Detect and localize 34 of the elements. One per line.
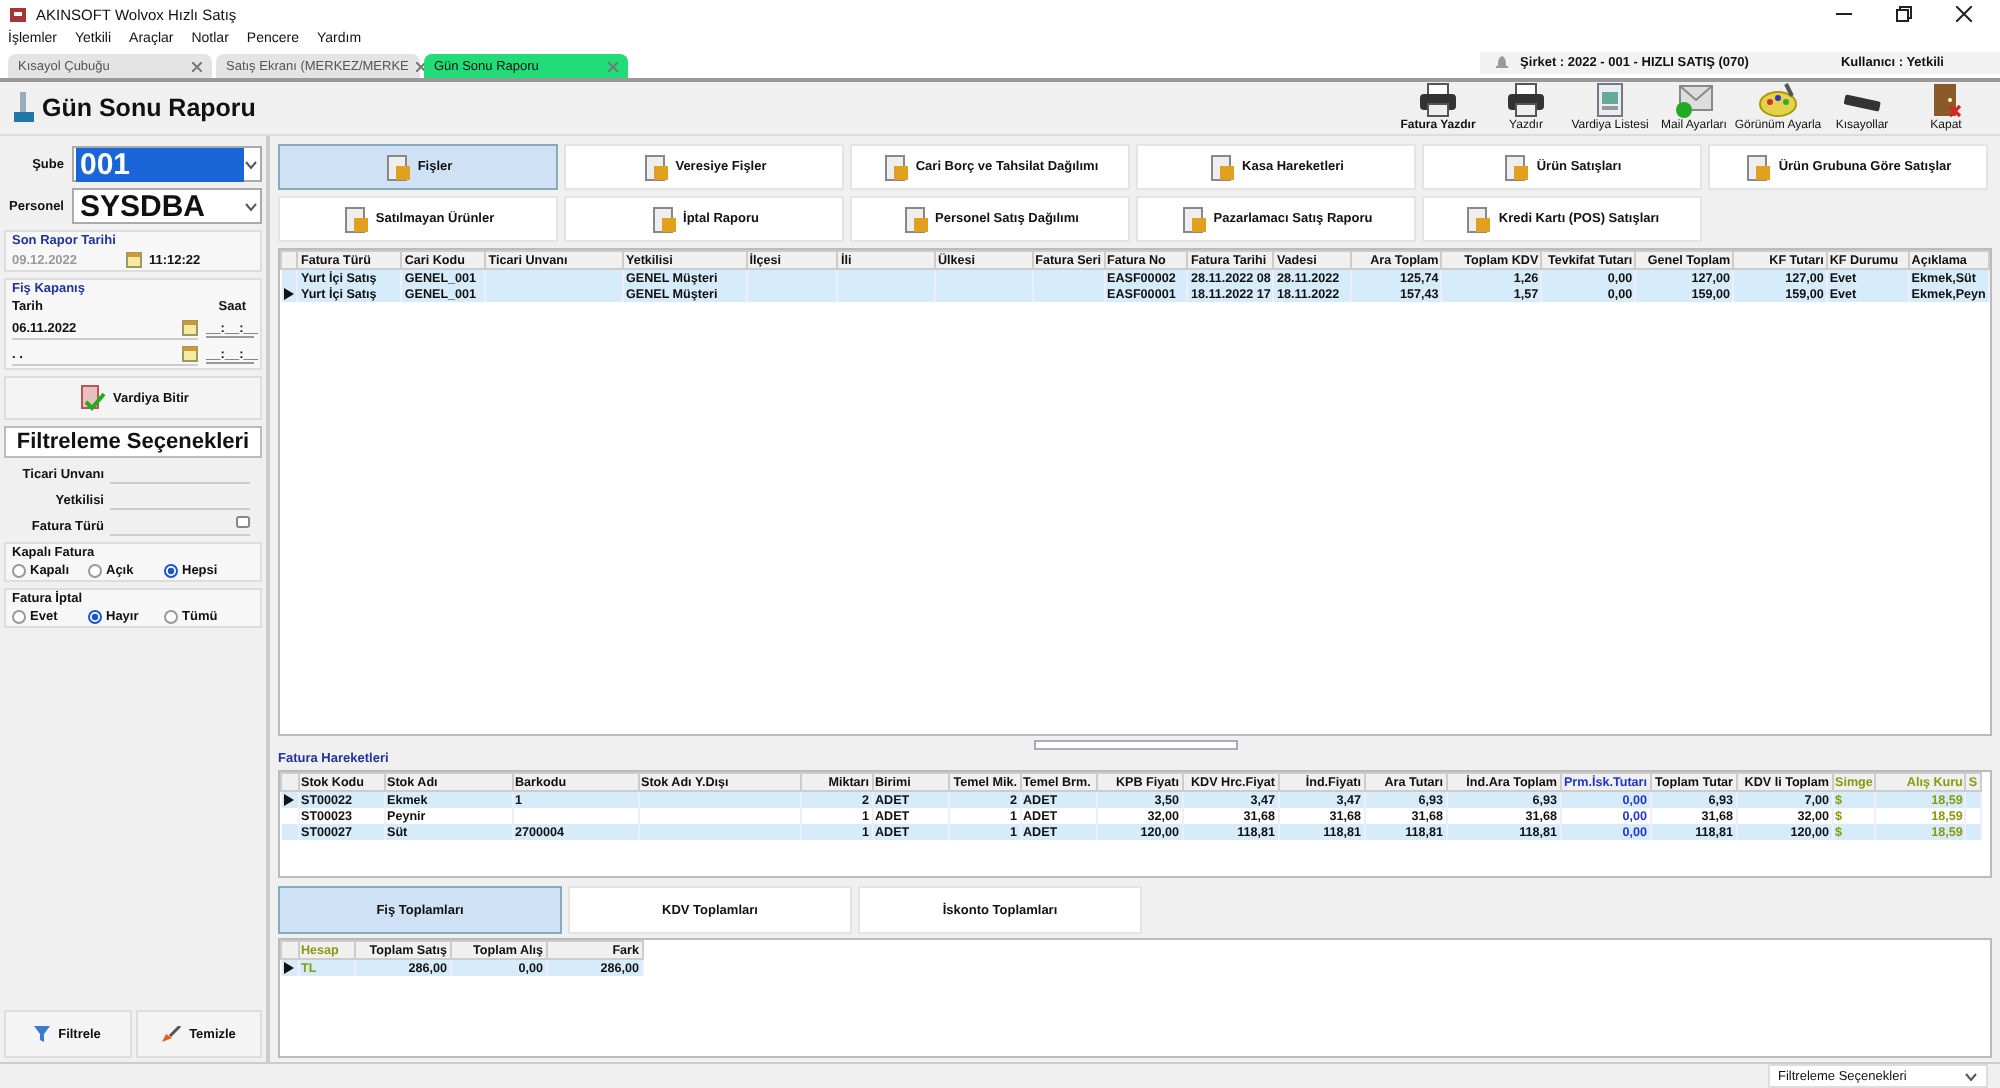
document-icon: [383, 153, 412, 181]
close-icon[interactable]: [1956, 6, 1972, 22]
clipboard-check-icon: [77, 384, 106, 412]
restore-icon[interactable]: [1896, 6, 1912, 22]
app-icon: [8, 5, 28, 23]
document-icon: [901, 205, 930, 233]
input-field[interactable]: [110, 516, 250, 536]
document-icon: [1744, 153, 1773, 181]
dropdown[interactable]: 001: [72, 146, 262, 182]
dropdown[interactable]: SYSDBA: [72, 188, 262, 224]
document-icon: [1208, 153, 1237, 181]
palette-icon: [1758, 82, 1798, 118]
calendar-icon: [125, 252, 141, 268]
document-icon: [1464, 205, 1493, 233]
door-icon: [1930, 82, 1962, 118]
document-icon: [1502, 153, 1531, 181]
caret-icon: [1964, 1071, 1978, 1081]
document-icon: [1179, 205, 1208, 233]
report-icon: [12, 92, 36, 124]
splitter-handle[interactable]: [1033, 740, 1237, 750]
section-title: Filtreleme Seçenekleri: [4, 426, 262, 458]
funnel-icon: [34, 1026, 51, 1042]
brush-icon: [161, 1026, 182, 1042]
document-icon: [341, 205, 370, 233]
calendar-icon: [182, 346, 198, 362]
caret-icon: [244, 201, 258, 211]
document-icon: [881, 153, 910, 181]
document-icon: [649, 205, 678, 233]
page-title: Gün Sonu Raporu: [42, 94, 256, 122]
caret-icon: [244, 159, 258, 169]
ellipsis-button-icon[interactable]: [236, 516, 250, 528]
calendar-icon: [182, 320, 198, 336]
bell-icon: [1496, 56, 1509, 70]
document-icon: [641, 153, 670, 181]
